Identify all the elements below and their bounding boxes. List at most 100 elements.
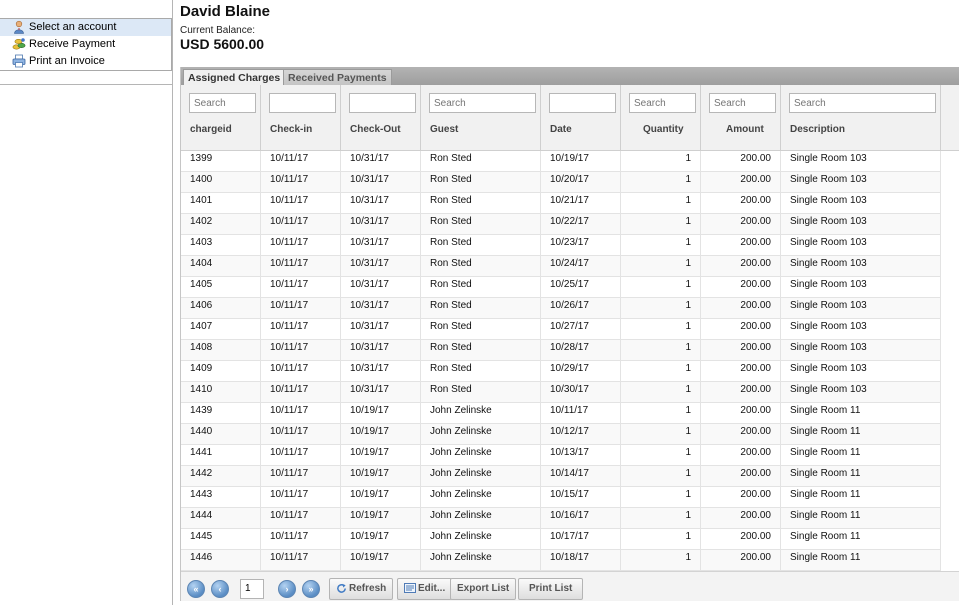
refresh-icon (337, 583, 346, 593)
column-label[interactable]: Amount (726, 124, 764, 135)
cell-date: 10/18/17 (541, 550, 621, 571)
cell-date: 10/27/17 (541, 319, 621, 340)
menu-item-label: Receive Payment (29, 38, 116, 50)
print-list-button[interactable]: Print List (518, 578, 584, 600)
check-out-filter-input[interactable] (349, 93, 416, 113)
column-label[interactable]: Date (550, 124, 572, 135)
description-filter-input[interactable] (789, 93, 936, 113)
check-in-filter-input[interactable] (269, 93, 336, 113)
table-row[interactable]: 1444 10/11/17 10/19/17 John Zelinske 10/16/1… (181, 508, 941, 529)
page-number-input[interactable]: 1 (240, 579, 264, 599)
next-page-button[interactable]: › (278, 580, 296, 598)
cell-amount: 200.00 (701, 445, 781, 466)
table-row[interactable]: 1446 10/11/17 10/19/17 John Zelinske 10/18/1… (181, 550, 941, 571)
cell-chargeid: 1446 (181, 550, 261, 571)
cell-chargeid: 1440 (181, 424, 261, 445)
refresh-button[interactable]: Refresh (329, 578, 394, 600)
cell-check-out: 10/31/17 (341, 340, 421, 361)
table-row[interactable]: 1404 10/11/17 10/31/17 Ron Sted 10/24/17 1 200… (181, 256, 941, 277)
cell-date: 10/30/17 (541, 382, 621, 403)
cell-check-out: 10/19/17 (341, 445, 421, 466)
column-label[interactable]: Check-in (270, 124, 312, 135)
cell-check-in: 10/11/17 (261, 487, 341, 508)
table-row[interactable]: 1442 10/11/17 10/19/17 John Zelinske 10/14/1… (181, 466, 941, 487)
refresh-label: Refresh (349, 583, 387, 594)
cell-date: 10/12/17 (541, 424, 621, 445)
cell-quantity: 1 (621, 487, 701, 508)
cell-description: Single Room 11 (781, 424, 941, 445)
cell-date: 10/20/17 (541, 172, 621, 193)
table-row[interactable]: 1402 10/11/17 10/31/17 Ron Sted 10/22/17 1 200… (181, 214, 941, 235)
guest-filter-input[interactable] (429, 93, 536, 113)
menu-item-print-invoice[interactable]: Print an Invoice (0, 53, 171, 70)
table-row[interactable]: 1408 10/11/17 10/31/17 Ron Sted 10/28/17 1 200… (181, 340, 941, 361)
previous-page-button[interactable]: ‹ (211, 580, 229, 598)
export-list-button[interactable]: Export List (450, 578, 517, 600)
table-row[interactable]: 1410 10/11/17 10/31/17 Ron Sted 10/30/17 1 200… (181, 382, 941, 403)
table-row[interactable]: 1439 10/11/17 10/19/17 John Zelinske 10/11/1… (181, 403, 941, 424)
table-row[interactable]: 1403 10/11/17 10/31/17 Ron Sted 10/23/17 1 200… (181, 235, 941, 256)
table-row[interactable]: 1441 10/11/17 10/19/17 John Zelinske 10/13/1… (181, 445, 941, 466)
coins-icon (12, 38, 26, 50)
table-row[interactable]: 1443 10/11/17 10/19/17 John Zelinske 10/15/1… (181, 487, 941, 508)
column-label[interactable]: Guest (430, 124, 458, 135)
cell-date: 10/26/17 (541, 298, 621, 319)
cell-check-in: 10/11/17 (261, 361, 341, 382)
cell-check-out: 10/31/17 (341, 277, 421, 298)
cell-check-in: 10/11/17 (261, 214, 341, 235)
edit-label: Edit... (418, 583, 446, 594)
cell-check-in: 10/11/17 (261, 382, 341, 403)
cell-guest: Ron Sted (421, 319, 541, 340)
first-page-button[interactable]: « (187, 580, 205, 598)
amount-filter-input[interactable] (709, 93, 776, 113)
divider (0, 84, 173, 85)
quantity-filter-input[interactable] (629, 93, 696, 113)
table-row[interactable]: 1400 10/11/17 10/31/17 Ron Sted 10/20/17 1 200… (181, 172, 941, 193)
cell-check-in: 10/11/17 (261, 193, 341, 214)
cell-amount: 200.00 (701, 340, 781, 361)
column-header-quantity: Quantity (621, 85, 701, 151)
column-label[interactable]: chargeid (190, 124, 232, 135)
cell-date: 10/17/17 (541, 529, 621, 550)
last-page-button[interactable]: » (302, 580, 320, 598)
cell-date: 10/21/17 (541, 193, 621, 214)
cell-check-in: 10/11/17 (261, 298, 341, 319)
cell-guest: John Zelinske (421, 466, 541, 487)
table-row[interactable]: 1405 10/11/17 10/31/17 Ron Sted 10/25/17 1 200… (181, 277, 941, 298)
cell-amount: 200.00 (701, 424, 781, 445)
table-row[interactable]: 1407 10/11/17 10/31/17 Ron Sted 10/27/17 1 200… (181, 319, 941, 340)
column-label[interactable]: Description (790, 124, 845, 135)
chargeid-filter-input[interactable] (189, 93, 256, 113)
column-label[interactable]: Check-Out (350, 124, 401, 135)
cell-chargeid: 1441 (181, 445, 261, 466)
cell-guest: Ron Sted (421, 235, 541, 256)
cell-description: Single Room 103 (781, 382, 941, 403)
cell-chargeid: 1439 (181, 403, 261, 424)
cell-quantity: 1 (621, 424, 701, 445)
table-row[interactable]: 1406 10/11/17 10/31/17 Ron Sted 10/26/17 1 200… (181, 298, 941, 319)
table-row[interactable]: 1445 10/11/17 10/19/17 John Zelinske 10/17/1… (181, 529, 941, 550)
date-filter-input[interactable] (549, 93, 616, 113)
edit-button[interactable]: Edit... (397, 578, 453, 600)
account-name: David Blaine (180, 3, 271, 20)
cell-amount: 200.00 (701, 277, 781, 298)
menu-item-select-account[interactable]: Select an account (0, 19, 171, 36)
table-row[interactable]: 1440 10/11/17 10/19/17 John Zelinske 10/12/1… (181, 424, 941, 445)
tab-assigned-charges[interactable]: Assigned Charges (183, 69, 286, 85)
cell-description: Single Room 11 (781, 445, 941, 466)
cell-quantity: 1 (621, 214, 701, 235)
column-label[interactable]: Quantity (643, 124, 684, 135)
menu-item-receive-payment[interactable]: Receive Payment (0, 36, 171, 53)
tab-received-payments[interactable]: Received Payments (283, 69, 392, 85)
cell-amount: 200.00 (701, 550, 781, 571)
cell-description: Single Room 103 (781, 256, 941, 277)
table-row[interactable]: 1399 10/11/17 10/31/17 Ron Sted 10/19/17 1 200… (181, 151, 941, 172)
balance-value: USD 5600.00 (180, 36, 265, 52)
double-chevron-right-icon: » (308, 584, 314, 594)
table-row[interactable]: 1409 10/11/17 10/31/17 Ron Sted 10/29/17 1 200… (181, 361, 941, 382)
cell-description: Single Room 103 (781, 193, 941, 214)
table-row[interactable]: 1401 10/11/17 10/31/17 Ron Sted 10/21/17 1 200… (181, 193, 941, 214)
cell-description: Single Room 11 (781, 550, 941, 571)
cell-chargeid: 1399 (181, 151, 261, 172)
cell-guest: Ron Sted (421, 214, 541, 235)
